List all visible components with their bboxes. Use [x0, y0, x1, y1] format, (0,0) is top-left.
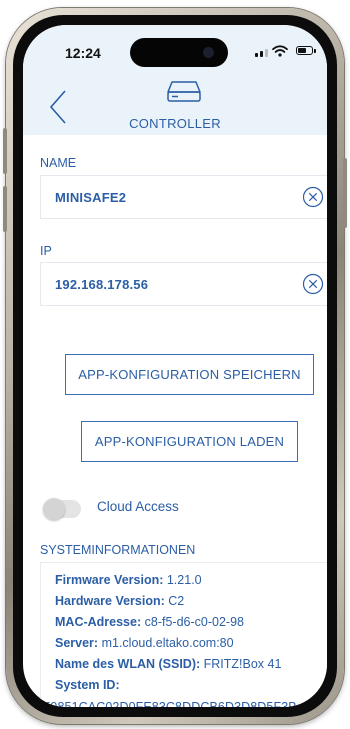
page-title: CONTROLLER	[129, 116, 221, 131]
cloud-access-toggle[interactable]	[43, 498, 81, 520]
router-icon	[167, 81, 201, 102]
name-field[interactable]: MINISAFE2	[40, 175, 327, 219]
info-row-ssid: Name des WLAN (SSID): FRITZ!Box 41	[55, 657, 281, 671]
volume-button	[3, 186, 7, 232]
ip-label: IP	[40, 244, 52, 258]
phone-frame: 12:24 CONTROLLER NAME MINISAFE2 IP 192.1…	[3, 8, 347, 724]
signal-icon	[265, 49, 268, 57]
ip-value[interactable]: 192.168.178.56	[55, 277, 148, 292]
status-time: 12:24	[65, 45, 101, 61]
info-row-mac: MAC-Adresse: c8-f5-d6-c0-02-98	[55, 615, 244, 629]
status-icons	[255, 45, 316, 59]
info-value: c8-f5-d6-c0-02-98	[144, 615, 244, 629]
clear-ip-button[interactable]	[302, 273, 324, 295]
signal-icon	[260, 51, 263, 57]
battery-tip	[314, 49, 316, 53]
load-config-button[interactable]: APP-KONFIGURATION LADEN	[81, 421, 298, 462]
ip-field[interactable]: 192.168.178.56	[40, 262, 327, 306]
name-value[interactable]: MINISAFE2	[55, 190, 126, 205]
clear-circle-icon	[302, 273, 324, 295]
app-screen: 12:24 CONTROLLER NAME MINISAFE2 IP 192.1…	[23, 25, 327, 707]
info-label: Hardware Version:	[55, 594, 165, 608]
clear-name-button[interactable]	[302, 186, 324, 208]
cloud-access-label: Cloud Access	[97, 499, 179, 514]
battery-icon	[296, 46, 313, 55]
dynamic-island	[130, 38, 228, 67]
info-row-firmware: Firmware Version: 1.21.0	[55, 573, 202, 587]
signal-icon	[255, 53, 258, 57]
camera-icon	[203, 47, 214, 58]
info-value: FRITZ!Box 41	[203, 657, 282, 671]
info-value: m1.cloud.eltako.com:80	[101, 636, 234, 650]
power-button	[343, 158, 347, 228]
phone-bezel: 12:24 CONTROLLER NAME MINISAFE2 IP 192.1…	[13, 15, 337, 717]
system-id-value: E9851CAC02D0FE83C8DDCB6D3D8D5F3B	[42, 700, 297, 707]
info-value: 1.21.0	[166, 573, 202, 587]
name-label: NAME	[40, 156, 77, 170]
toggle-knob	[43, 498, 65, 520]
info-row-server: Server: m1.cloud.eltako.com:80	[55, 636, 234, 650]
wifi-icon	[272, 45, 288, 57]
header-bar: 12:24 CONTROLLER	[23, 25, 327, 135]
info-label: Name des WLAN (SSID):	[55, 657, 201, 671]
info-label: MAC-Adresse:	[55, 615, 142, 629]
system-info-panel: Firmware Version: 1.21.0 Hardware Versio…	[40, 562, 327, 707]
info-label: Server:	[55, 636, 99, 650]
info-row-system-id: System ID:	[55, 678, 120, 692]
save-config-button[interactable]: APP-KONFIGURATION SPEICHERN	[65, 354, 314, 395]
info-value: C2	[168, 594, 185, 608]
volume-button	[3, 128, 7, 174]
clear-circle-icon	[302, 186, 324, 208]
system-info-title: SYSTEMINFORMATIONEN	[40, 543, 196, 557]
info-label: System ID:	[55, 678, 120, 692]
info-label: Firmware Version:	[55, 573, 164, 587]
info-row-hardware: Hardware Version: C2	[55, 594, 184, 608]
